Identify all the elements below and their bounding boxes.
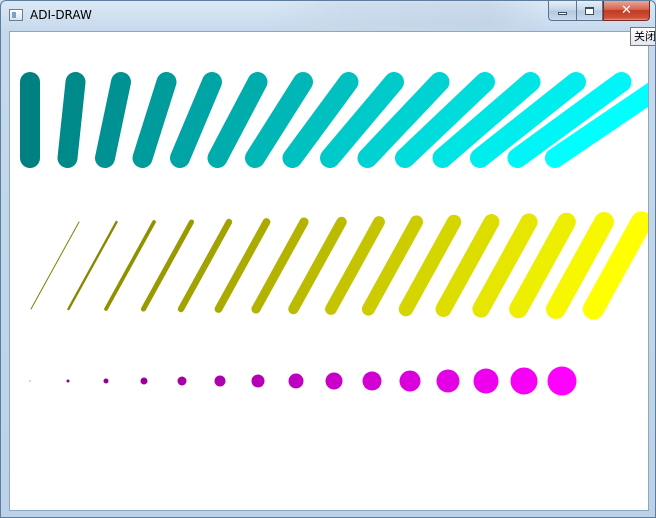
width-line xyxy=(140,219,195,312)
dot xyxy=(214,375,226,387)
title-bar-blur xyxy=(271,1,546,29)
thick-stroke xyxy=(132,72,177,168)
maximize-icon xyxy=(585,6,594,15)
dot xyxy=(325,372,343,390)
thick-stroke xyxy=(170,72,222,168)
close-button[interactable]: ✕ xyxy=(603,1,650,21)
dot xyxy=(177,376,187,386)
dot xyxy=(362,371,382,391)
maximize-button[interactable] xyxy=(576,1,603,21)
drawing-canvas xyxy=(20,72,648,396)
close-tooltip: 关闭 xyxy=(630,27,655,46)
dot xyxy=(29,380,31,382)
dot xyxy=(140,377,148,385)
dot xyxy=(103,378,109,384)
growing-width-lines-row xyxy=(30,211,648,320)
minimize-icon xyxy=(558,12,567,15)
thick-stroke xyxy=(57,72,86,168)
thick-stroke xyxy=(95,72,131,168)
dot xyxy=(473,368,499,394)
width-line xyxy=(30,221,80,310)
app-window-icon[interactable] xyxy=(9,9,23,21)
close-icon: ✕ xyxy=(621,3,632,18)
minimize-button[interactable] xyxy=(548,1,576,21)
drawing-area[interactable] xyxy=(9,31,649,511)
width-line xyxy=(67,220,118,311)
dot xyxy=(288,373,304,389)
growing-dots-row xyxy=(29,366,577,396)
dot xyxy=(510,367,538,395)
dot xyxy=(547,366,577,396)
dot xyxy=(66,379,70,383)
width-line xyxy=(104,220,156,311)
title-bar[interactable]: ADI-DRAW ✕ xyxy=(1,1,655,31)
thick-slanted-strokes-row xyxy=(20,72,648,168)
dot xyxy=(251,374,265,388)
dot xyxy=(399,370,421,392)
app-window: ADI-DRAW ✕ 关闭 xyxy=(0,0,656,518)
dot xyxy=(436,369,460,393)
window-title: ADI-DRAW xyxy=(30,8,92,22)
